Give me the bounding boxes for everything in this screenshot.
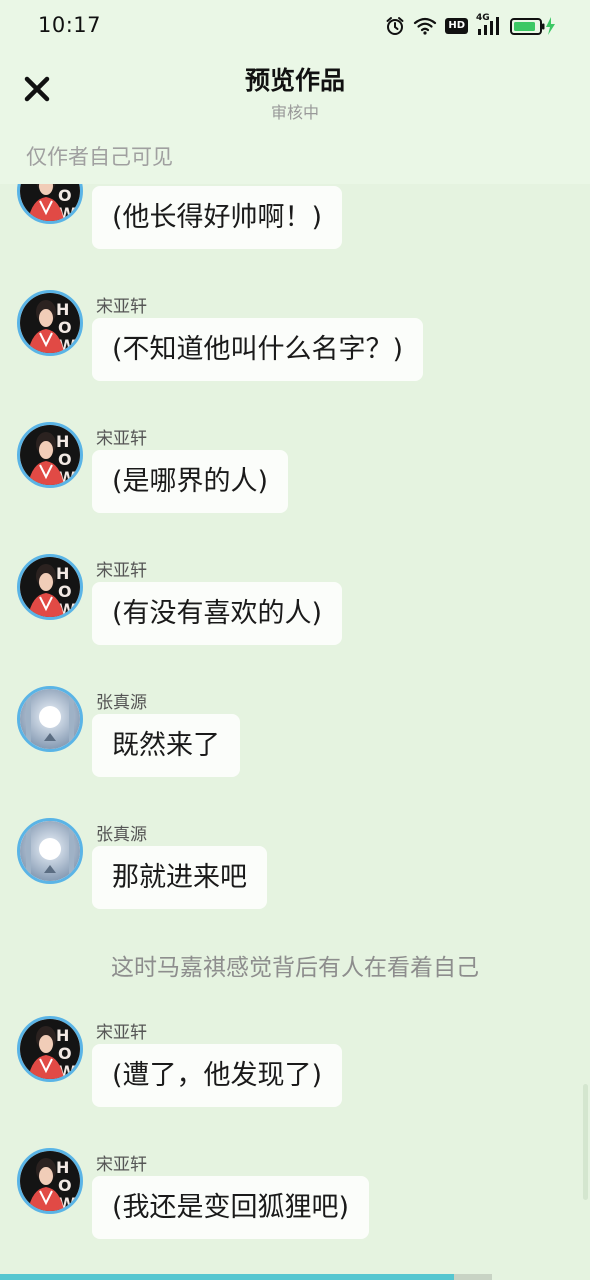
svg-text:O: O <box>58 186 72 205</box>
svg-text:O: O <box>58 582 72 601</box>
scrollbar-thumb[interactable] <box>583 1084 588 1200</box>
svg-text:H: H <box>56 564 69 583</box>
avatar-song-yaxuan[interactable]: H O W <box>17 184 83 224</box>
svg-text:O: O <box>58 1044 72 1063</box>
svg-text:H: H <box>56 1158 69 1177</box>
sender-name: 张真源 <box>96 693 147 713</box>
reading-progress-bar <box>0 1274 590 1280</box>
alarm-icon <box>385 16 405 36</box>
chat-feed[interactable]: H O W (他长得好帅啊！) H O W 宋亚轩 <box>0 184 590 1274</box>
avatar-zhang-zhenyuan[interactable] <box>17 686 83 752</box>
message-bubble[interactable]: 既然来了 <box>92 714 240 777</box>
page-title: 预览作品 <box>244 66 345 95</box>
avatar-song-yaxuan[interactable]: H O W <box>17 1016 83 1082</box>
svg-text:O: O <box>58 450 72 469</box>
message-bubble[interactable]: (他长得好帅啊！) <box>92 186 343 249</box>
visibility-note: 仅作者自己可见 <box>26 145 173 169</box>
svg-text:H: H <box>56 432 69 451</box>
sender-name: 宋亚轩 <box>96 429 147 449</box>
reading-progress-fill <box>0 1274 454 1280</box>
avatar-song-yaxuan[interactable]: H O W <box>17 290 83 356</box>
sender-name: 宋亚轩 <box>96 1155 147 1175</box>
hd-icon: HD <box>445 18 468 34</box>
message-bubble[interactable]: (不知道他叫什么名字？) <box>92 318 424 381</box>
svg-text:O: O <box>58 1176 72 1195</box>
message-bubble[interactable]: (我还是变回狐狸吧) <box>92 1176 370 1239</box>
avatar-song-yaxuan[interactable]: H O W <box>17 1148 83 1214</box>
message-bubble[interactable]: (是哪界的人) <box>92 450 289 513</box>
battery-charging-icon <box>510 16 556 36</box>
status-time: 10:17 <box>38 13 102 37</box>
avatar-song-yaxuan[interactable]: H O W <box>17 554 83 620</box>
avatar-song-yaxuan[interactable]: H O W <box>17 422 83 488</box>
message-bubble[interactable]: (有没有喜欢的人) <box>92 582 343 645</box>
wifi-icon <box>413 16 437 36</box>
message-bubble[interactable]: (遭了，他发现了) <box>92 1044 343 1107</box>
sender-name: 宋亚轩 <box>96 1023 147 1043</box>
sender-name: 宋亚轩 <box>96 561 147 581</box>
svg-text:O: O <box>58 318 72 337</box>
sender-name: 张真源 <box>96 825 147 845</box>
message-bubble[interactable]: 那就进来吧 <box>92 846 267 909</box>
avatar-zhang-zhenyuan[interactable] <box>17 818 83 884</box>
svg-text:H: H <box>56 300 69 319</box>
svg-text:H: H <box>56 1026 69 1045</box>
review-status: 审核中 <box>270 103 319 122</box>
reading-progress-remainder <box>454 1274 492 1280</box>
sender-name: 宋亚轩 <box>96 297 147 317</box>
status-icons: HD 4G <box>385 13 556 38</box>
top-area: 10:17 HD 4G 预览作品 审核中 仅作者自己可见 <box>0 0 590 184</box>
narration-text: 这时马嘉祺感觉背后有人在看着自己 <box>111 955 479 981</box>
status-bar: 10:17 HD 4G <box>0 0 590 52</box>
signal-4g-icon: 4G <box>476 13 502 37</box>
